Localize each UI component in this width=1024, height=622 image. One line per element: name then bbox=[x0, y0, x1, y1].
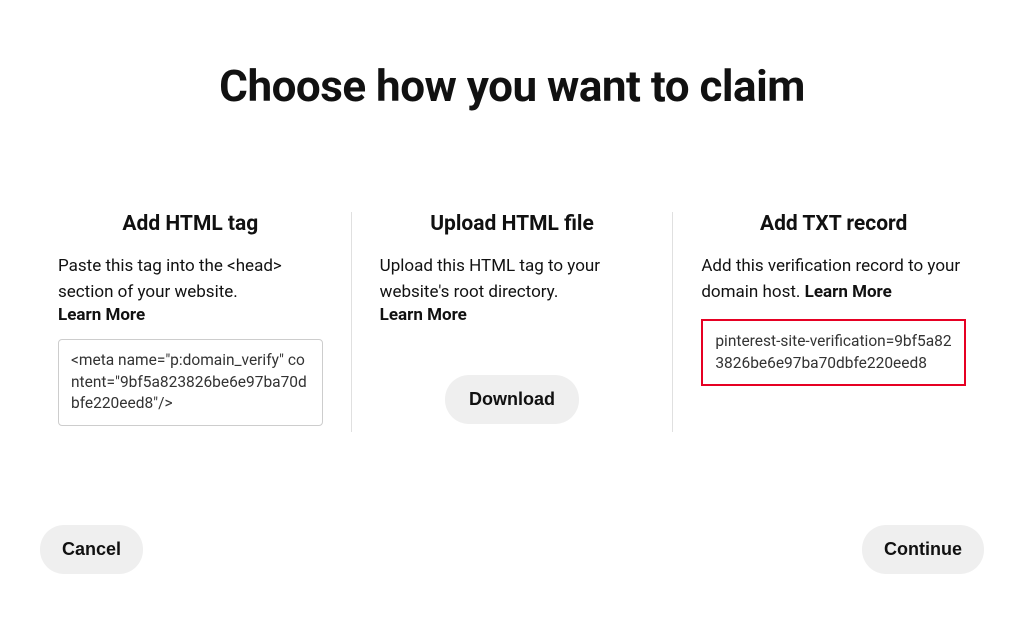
html-tag-code-box[interactable]: <meta name="p:domain_verify" content="9b… bbox=[58, 339, 323, 426]
option-upload-file: Upload HTML file Upload this HTML tag to… bbox=[352, 212, 673, 432]
option-txt-record-title: Add TXT record bbox=[701, 212, 966, 236]
option-html-tag-title: Add HTML tag bbox=[58, 212, 323, 236]
option-upload-file-description: Upload this HTML tag to your website's r… bbox=[380, 256, 600, 302]
learn-more-link-html-tag[interactable]: Learn More bbox=[58, 305, 145, 325]
cancel-button[interactable]: Cancel bbox=[40, 525, 143, 574]
option-upload-file-title: Upload HTML file bbox=[380, 212, 645, 236]
options-row: Add HTML tag Paste this tag into the <he… bbox=[30, 212, 994, 432]
continue-button[interactable]: Continue bbox=[862, 525, 984, 574]
option-html-tag-description-wrap: Paste this tag into the <head> section o… bbox=[58, 254, 323, 325]
download-button-wrap: Download bbox=[380, 375, 645, 424]
option-html-tag-description: Paste this tag into the <head> section o… bbox=[58, 256, 282, 302]
claim-dialog: Choose how you want to claim Add HTML ta… bbox=[0, 0, 1024, 622]
option-upload-file-description-wrap: Upload this HTML tag to your website's r… bbox=[380, 254, 645, 325]
option-txt-record: Add TXT record Add this verification rec… bbox=[673, 212, 994, 432]
option-txt-record-description-wrap: Add this verification record to your dom… bbox=[701, 254, 966, 305]
page-title: Choose how you want to claim bbox=[30, 60, 994, 112]
learn-more-link-upload-file[interactable]: Learn More bbox=[380, 305, 467, 325]
download-button[interactable]: Download bbox=[445, 375, 579, 424]
dialog-footer: Cancel Continue bbox=[40, 525, 984, 574]
txt-record-code-box[interactable]: pinterest-site-verification=9bf5a823826b… bbox=[701, 319, 966, 386]
option-html-tag: Add HTML tag Paste this tag into the <he… bbox=[30, 212, 351, 432]
learn-more-link-txt-record[interactable]: Learn More bbox=[805, 282, 892, 302]
